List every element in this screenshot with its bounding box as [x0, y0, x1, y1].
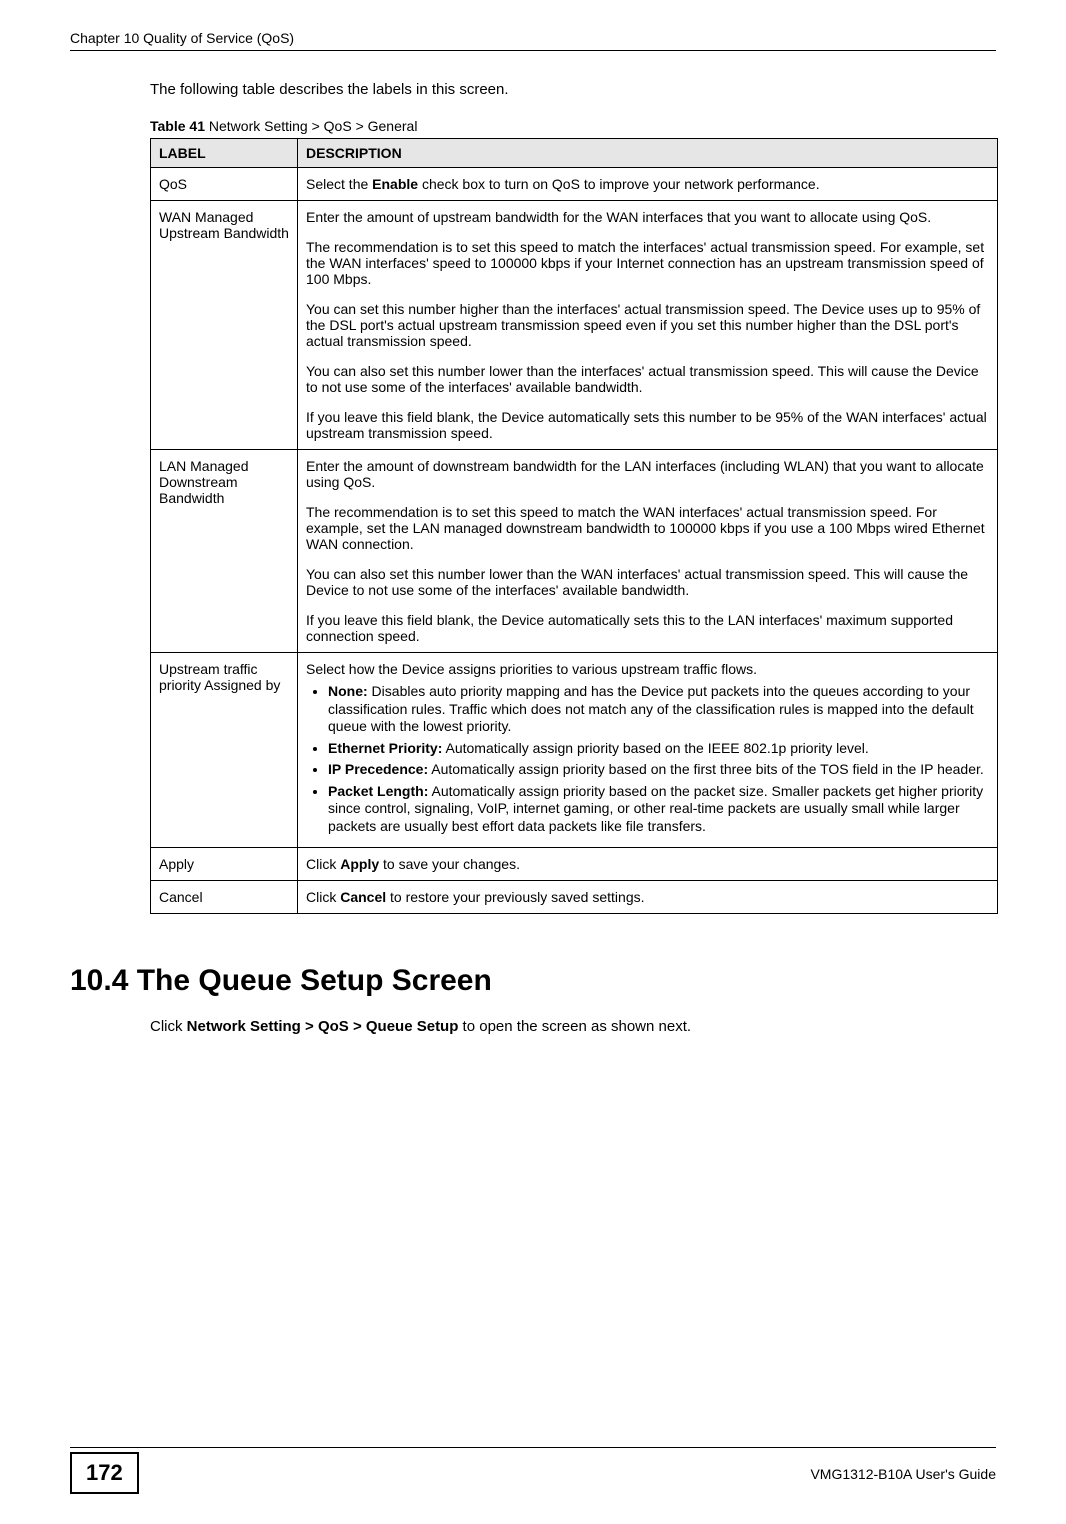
page-header: Chapter 10 Quality of Service (QoS) [70, 30, 996, 51]
row-desc-upstream: Select how the Device assigns priorities… [298, 653, 998, 848]
col-header-label: LABEL [151, 139, 298, 168]
text-bold: Packet Length: [328, 783, 428, 799]
text: to save your changes. [379, 856, 520, 872]
list-item: Ethernet Priority: Automatically assign … [328, 740, 989, 758]
row-desc-cancel: Click Cancel to restore your previously … [298, 881, 998, 914]
chapter-title: Chapter 10 Quality of Service (QoS) [70, 30, 294, 46]
col-header-description: DESCRIPTION [298, 139, 998, 168]
text: The recommendation is to set this speed … [306, 504, 989, 552]
text: Automatically assign priority based on t… [428, 761, 984, 777]
section-body: Click Network Setting > QoS > Queue Setu… [150, 1018, 996, 1035]
table-row: Upstream traffic priority Assigned by Se… [151, 653, 998, 848]
text-bold: Cancel [340, 889, 386, 905]
text: to restore your previously saved setting… [386, 889, 644, 905]
row-label-upstream: Upstream traffic priority Assigned by [151, 653, 298, 848]
text: Automatically assign priority based on t… [442, 740, 868, 756]
text: If you leave this field blank, the Devic… [306, 409, 989, 441]
text-bold: Enable [372, 176, 418, 192]
text-bold: Ethernet Priority: [328, 740, 442, 756]
row-desc-wan: Enter the amount of upstream bandwidth f… [298, 201, 998, 450]
table-caption-rest: Network Setting > QoS > General [205, 118, 417, 134]
table-row: Cancel Click Cancel to restore your prev… [151, 881, 998, 914]
text: Select how the Device assigns priorities… [306, 661, 989, 677]
guide-name: VMG1312-B10A User's Guide [810, 1466, 996, 1482]
intro-text: The following table describes the labels… [150, 81, 996, 98]
row-desc-lan: Enter the amount of downstream bandwidth… [298, 450, 998, 653]
table-caption-number: Table 41 [150, 118, 205, 134]
row-label-lan: LAN Managed Downstream Bandwidth [151, 450, 298, 653]
text: You can also set this number lower than … [306, 363, 989, 395]
text: Disables auto priority mapping and has t… [328, 683, 974, 734]
list-item: None: Disables auto priority mapping and… [328, 683, 989, 736]
text: Select the [306, 176, 372, 192]
page-number: 172 [70, 1452, 139, 1494]
row-label-qos: QoS [151, 168, 298, 201]
table-row: Apply Click Apply to save your changes. [151, 848, 998, 881]
row-label-wan: WAN Managed Upstream Bandwidth [151, 201, 298, 450]
page-footer: 172 VMG1312-B10A User's Guide [70, 1447, 996, 1494]
text: Enter the amount of downstream bandwidth… [306, 458, 989, 490]
text: If you leave this field blank, the Devic… [306, 612, 989, 644]
text: Click [306, 889, 340, 905]
list-item: Packet Length: Automatically assign prio… [328, 783, 989, 836]
text-bold: None: [328, 683, 368, 699]
text: Click [306, 856, 340, 872]
text: Click [150, 1018, 187, 1035]
text: You can set this number higher than the … [306, 301, 989, 349]
text: The recommendation is to set this speed … [306, 239, 989, 287]
row-label-apply: Apply [151, 848, 298, 881]
list-item: IP Precedence: Automatically assign prio… [328, 761, 989, 779]
table-row: WAN Managed Upstream Bandwidth Enter the… [151, 201, 998, 450]
qos-general-table: LABEL DESCRIPTION QoS Select the Enable … [150, 138, 998, 914]
table-row: LAN Managed Downstream Bandwidth Enter t… [151, 450, 998, 653]
text-bold: Network Setting > QoS > Queue Setup [187, 1018, 459, 1035]
text-bold: Apply [340, 856, 379, 872]
row-desc-apply: Click Apply to save your changes. [298, 848, 998, 881]
text-bold: IP Precedence: [328, 761, 428, 777]
text: check box to turn on QoS to improve your… [418, 176, 820, 192]
text: You can also set this number lower than … [306, 566, 989, 598]
bullet-list: None: Disables auto priority mapping and… [306, 683, 989, 835]
row-desc-qos: Select the Enable check box to turn on Q… [298, 168, 998, 201]
text: Enter the amount of upstream bandwidth f… [306, 209, 989, 225]
table-header-row: LABEL DESCRIPTION [151, 139, 998, 168]
row-label-cancel: Cancel [151, 881, 298, 914]
text: to open the screen as shown next. [458, 1018, 691, 1035]
section-heading: 10.4 The Queue Setup Screen [70, 964, 996, 998]
table-row: QoS Select the Enable check box to turn … [151, 168, 998, 201]
table-caption: Table 41 Network Setting > QoS > General [150, 118, 996, 134]
